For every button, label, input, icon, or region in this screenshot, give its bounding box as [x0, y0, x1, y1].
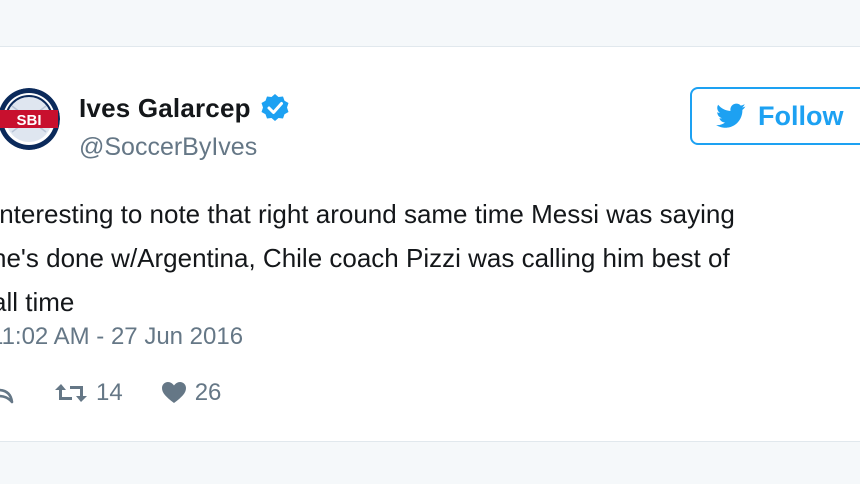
tweet-text-line: all time	[0, 287, 75, 317]
like-button[interactable]: 26	[161, 379, 222, 407]
follow-button[interactable]: Follow	[690, 87, 860, 145]
retweet-icon	[55, 384, 87, 402]
verified-badge-icon	[261, 94, 289, 121]
avatar[interactable]: SBI	[0, 88, 60, 150]
tweet-timestamp[interactable]: 11:02 AM - 27 Jun 2016	[0, 323, 243, 351]
retweet-button[interactable]: 14	[54, 379, 123, 407]
user-name-row: Ives Galarcep	[79, 92, 291, 124]
twitter-bird-icon	[716, 103, 746, 128]
reply-button[interactable]	[0, 382, 14, 404]
avatar-text: SBI	[16, 112, 41, 129]
retweet-count: 14	[96, 379, 123, 406]
avatar-logo: SBI	[0, 88, 60, 150]
heart-icon	[161, 382, 186, 403]
like-count: 26	[194, 379, 222, 406]
user-handle[interactable]: @SoccerByIves	[79, 133, 257, 162]
tweet-text-line: Interesting to note that right around sa…	[0, 199, 735, 229]
tweet-card: SBI Ives Galarcep @SoccerByIves Follow I…	[0, 46, 860, 442]
tweet-text-line: he's done w/Argentina, Chile coach Pizzi…	[0, 243, 730, 273]
user-name[interactable]: Ives Galarcep	[79, 93, 251, 124]
reply-icon	[0, 388, 14, 404]
tweet-text: Interesting to note that right around sa…	[0, 192, 860, 324]
tweet-actions: 14 26	[0, 375, 221, 411]
follow-label: Follow	[758, 100, 844, 131]
